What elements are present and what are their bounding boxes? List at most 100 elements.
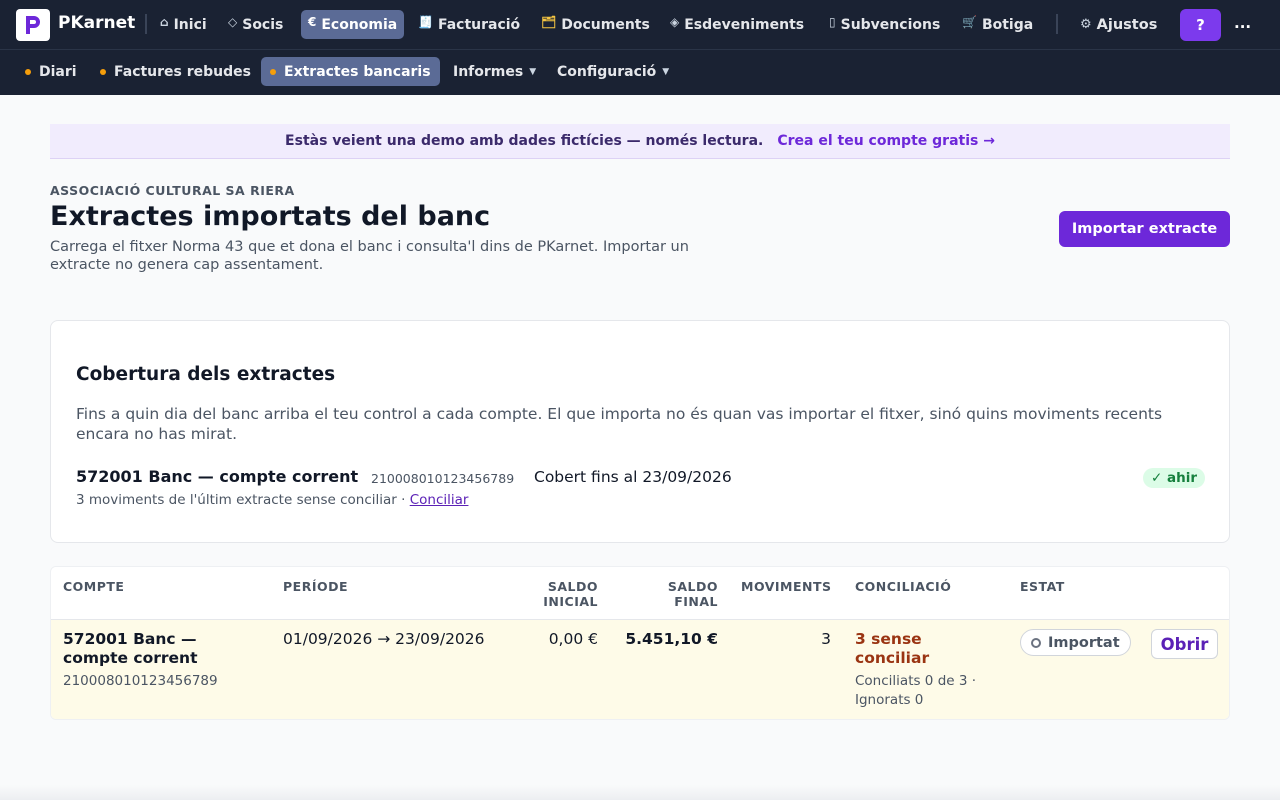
subnav-item-extractes-bancaris[interactable]: Extractes bancaris (261, 57, 440, 86)
reconcile-link[interactable]: Conciliar (410, 492, 469, 508)
column-header-estat: ESTAT (1020, 579, 1065, 594)
cell-saldo-final: 5.451,10 € (625, 630, 718, 648)
sub-nav: Diari Factures rebudes Extractes bancari… (0, 49, 1280, 95)
cell-saldo-inicial: 0,00 € (548, 630, 598, 648)
reconcile-status-line: 3 sense (855, 630, 922, 648)
nav-item-socis[interactable]: ◇ Socis (221, 10, 290, 39)
reconcile-status-line: conciliar (855, 649, 930, 667)
column-header-line: SALDO (667, 579, 718, 594)
nav-item-ajustos[interactable]: ⚙ Ajustos (1073, 10, 1164, 39)
column-header-line: INICIAL (543, 594, 598, 609)
reconcile-detail-line: Ignorats 0 (855, 692, 924, 708)
coverage-description: Fins a quin dia del banc arriba el teu c… (76, 405, 1163, 443)
page-title: Extractes importats del banc (50, 201, 491, 232)
statements-table: COMPTE PERÍODE SALDO INICIAL SALDO FINAL… (50, 566, 1230, 720)
app-name[interactable]: PKarnet (58, 13, 135, 33)
nav-item-facturacio[interactable]: 🧾 Facturació (411, 10, 527, 39)
account-name-line: 572001 Banc — (63, 630, 197, 648)
nav-item-label: Economia (321, 16, 398, 33)
nav-item-subvencions[interactable]: ▯ Subvencions (822, 10, 947, 39)
table-header: COMPTE PERÍODE SALDO INICIAL SALDO FINAL… (51, 567, 1229, 620)
page-bottom-shade (0, 785, 1280, 800)
subnav-item-label: Informes (453, 63, 524, 80)
create-account-link[interactable]: Crea el teu compte gratis → (777, 133, 995, 149)
organization-name: ASSOCIACIÓ CULTURAL SA RIERA (50, 183, 295, 198)
coverage-note-text: 3 moviments de l'últim extracte sense co… (76, 492, 410, 508)
home-icon: ⌂ (160, 14, 169, 29)
nav-item-economia[interactable]: € Economia (301, 10, 405, 39)
top-nav: PKarnet ⌂ Inici ◇ Socis € Economia 🧾 Fac… (0, 0, 1280, 49)
page-description: Carrega el fitxer Norma 43 que et dona e… (50, 239, 689, 273)
folder-icon: 🗂 (541, 14, 557, 29)
subnav-item-label: Diari (39, 63, 77, 80)
cell-moviments: 3 (821, 630, 831, 648)
nav-item-label: Inici (173, 16, 207, 33)
cell-conciliacio-detail: Conciliats 0 de 3 · Ignorats 0 (855, 672, 976, 710)
demo-banner: Estàs veient una demo amb dades fictície… (50, 124, 1230, 159)
column-header-line: SALDO (547, 579, 598, 594)
circle-icon (1031, 637, 1041, 648)
more-menu-button[interactable]: ... (1234, 14, 1251, 32)
column-header-line: FINAL (674, 594, 718, 609)
diamond-icon: ◇ (228, 14, 238, 29)
open-statement-button[interactable]: Obrir (1151, 629, 1218, 659)
nav-item-esdeveniments[interactable]: ◈ Esdeveniments (663, 10, 811, 39)
column-header-saldo-inicial: SALDO INICIAL (518, 579, 598, 609)
app-logo[interactable] (16, 9, 50, 41)
status-label: Importat (1048, 634, 1120, 651)
import-statement-button[interactable]: Importar extracte (1059, 211, 1230, 247)
cell-periode: 01/09/2026 → 23/09/2026 (283, 630, 485, 648)
cell-conciliacio: 3 sense conciliar (855, 630, 929, 668)
nav-item-documents[interactable]: 🗂 Documents (534, 10, 657, 39)
subnav-item-label: Configuració (557, 63, 657, 80)
subnav-item-factures-rebudes[interactable]: Factures rebudes (91, 57, 260, 86)
nav-divider (1056, 14, 1058, 34)
nav-item-label: Socis (242, 16, 284, 33)
demo-banner-text: Estàs veient una demo amb dades fictície… (285, 133, 764, 149)
cell-iban: 210008010123456789 (63, 673, 218, 689)
column-header-saldo-final: SALDO FINAL (638, 579, 718, 609)
status-badge: Importat (1020, 629, 1131, 656)
status-badge: ✓ ahir (1143, 468, 1206, 488)
subnav-item-diari[interactable]: Diari (16, 57, 86, 86)
bullet-icon (100, 68, 106, 75)
bullet-icon (270, 68, 276, 75)
subnav-item-configuracio[interactable]: Configuració ▼ (548, 57, 678, 86)
nav-item-label: Subvencions (840, 16, 941, 33)
nav-item-inici[interactable]: ⌂ Inici (153, 10, 214, 39)
nav-item-botiga[interactable]: 🛒 Botiga (955, 10, 1040, 39)
nav-item-label: Facturació (437, 16, 521, 33)
account-name-line: compte corrent (63, 649, 198, 667)
subnav-item-informes[interactable]: Informes ▼ (444, 57, 545, 86)
chevron-down-icon: ▼ (529, 66, 537, 77)
coverage-note: 3 moviments de l'últim extracte sense co… (76, 492, 468, 508)
nav-item-label: Esdeveniments (684, 16, 805, 33)
column-header-moviments: MOVIMENTS (741, 579, 832, 594)
table-row: 572001 Banc — compte corrent 21000801012… (51, 620, 1229, 719)
nav-divider (145, 14, 147, 34)
bullet-icon (25, 68, 31, 75)
subnav-item-label: Extractes bancaris (284, 63, 431, 80)
column-header-conciliacio: CONCILIACIÓ (855, 579, 952, 594)
chevron-down-icon: ▼ (662, 66, 670, 77)
column-header-periode: PERÍODE (283, 579, 349, 594)
help-button[interactable]: ? (1180, 9, 1221, 41)
book-icon: ▯ (829, 14, 836, 29)
logo-icon (26, 16, 40, 34)
coverage-covered-until: Cobert fins al 23/09/2026 (534, 468, 732, 486)
nav-item-label: Documents (561, 16, 650, 33)
gear-icon: ⚙ (1080, 17, 1092, 32)
euro-icon: € (308, 14, 317, 29)
cell-compte: 572001 Banc — compte corrent (63, 630, 197, 668)
coverage-card: Cobertura dels extractes Fins a quin dia… (50, 320, 1230, 543)
subnav-item-label: Factures rebudes (114, 63, 251, 80)
coverage-account-name: 572001 Banc — compte corrent (76, 467, 359, 486)
coverage-account-iban: 210008010123456789 (371, 471, 515, 486)
column-header-compte: COMPTE (63, 579, 125, 594)
cart-icon: 🛒 (962, 14, 977, 29)
nav-item-label: Ajustos (1096, 16, 1158, 33)
receipt-icon: 🧾 (418, 14, 433, 29)
coverage-title: Cobertura dels extractes (76, 364, 336, 385)
nav-item-label: Botiga (981, 16, 1034, 33)
event-icon: ◈ (670, 14, 680, 29)
